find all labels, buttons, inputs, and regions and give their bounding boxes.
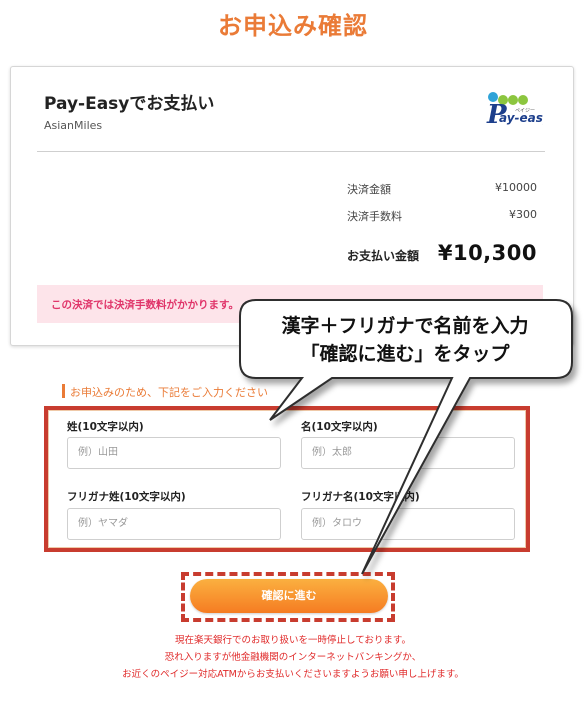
name-form: 姓(10文字以内) 例）山田 名(10文字以内) 例）太郎 フリガナ姓(10文字… [48, 410, 526, 548]
form-instruction-text: お申込みのため、下記をご入力ください [70, 386, 268, 399]
fee-notice-text: この決済では決済手数料がかかります。 [51, 299, 239, 311]
name-form-highlight: 姓(10文字以内) 例）山田 名(10文字以内) 例）太郎 フリガナ姓(10文字… [44, 406, 530, 552]
callout-text: 漢字＋フリガナで名前を入力 「確認に進む」をタップ [240, 312, 570, 368]
footer-line-2: 恐れ入りますが他金融機関のインターネットバンキングか、 [164, 652, 422, 663]
settlement-amount-label: 決済金額 [347, 183, 391, 196]
total-label: お支払い金額 [347, 249, 420, 263]
total-value: ¥10,300 [437, 241, 537, 265]
last-kana-label: フリガナ姓(10文字以内) [67, 491, 186, 503]
callout-line-2: 「確認に進む」をタップ [300, 343, 510, 365]
card-divider [37, 151, 545, 152]
fee-value: ¥300 [509, 208, 537, 221]
first-name-label: 名(10文字以内) [301, 421, 378, 433]
logo-small-text: ペイジー [515, 108, 535, 114]
last-kana-input[interactable]: 例）ヤマダ [67, 508, 281, 540]
first-kana-input[interactable]: 例）タロウ [301, 508, 515, 540]
footer-notice: 現在楽天銀行でのお取り扱いを一時停止しております。 恐れ入りますが他金融機関のイ… [0, 632, 586, 683]
page-title: お申込み確認 [218, 12, 368, 40]
last-name-label: 姓(10文字以内) [67, 421, 144, 433]
payment-method-title: Pay-Easyでお支払い [44, 94, 215, 114]
total-row: お支払い金額 ¥10,300 [347, 241, 537, 269]
first-kana-label: フリガナ名(10文字以内) [301, 491, 420, 503]
payment-summary-card: Pay-Easyでお支払い AsianMiles P ay-easy ペイジー … [10, 66, 574, 346]
footer-line-3: お近くのペイジー対応ATMからお支払いくださいますようお願い申し上げます。 [122, 669, 464, 680]
first-name-input[interactable]: 例）太郎 [301, 437, 515, 469]
settlement-amount-value: ¥10000 [495, 181, 537, 194]
fee-label: 決済手数料 [347, 210, 402, 223]
last-name-input[interactable]: 例）山田 [67, 437, 281, 469]
footer-line-1: 現在楽天銀行でのお取り扱いを一時停止しております。 [175, 635, 411, 646]
instruction-bar [62, 384, 65, 398]
pay-easy-logo: P ay-easy ペイジー [486, 92, 543, 130]
confirm-button[interactable]: 確認に進む [190, 579, 388, 613]
merchant-name: AsianMiles [44, 119, 103, 132]
callout-line-1: 漢字＋フリガナで名前を入力 [281, 315, 529, 337]
